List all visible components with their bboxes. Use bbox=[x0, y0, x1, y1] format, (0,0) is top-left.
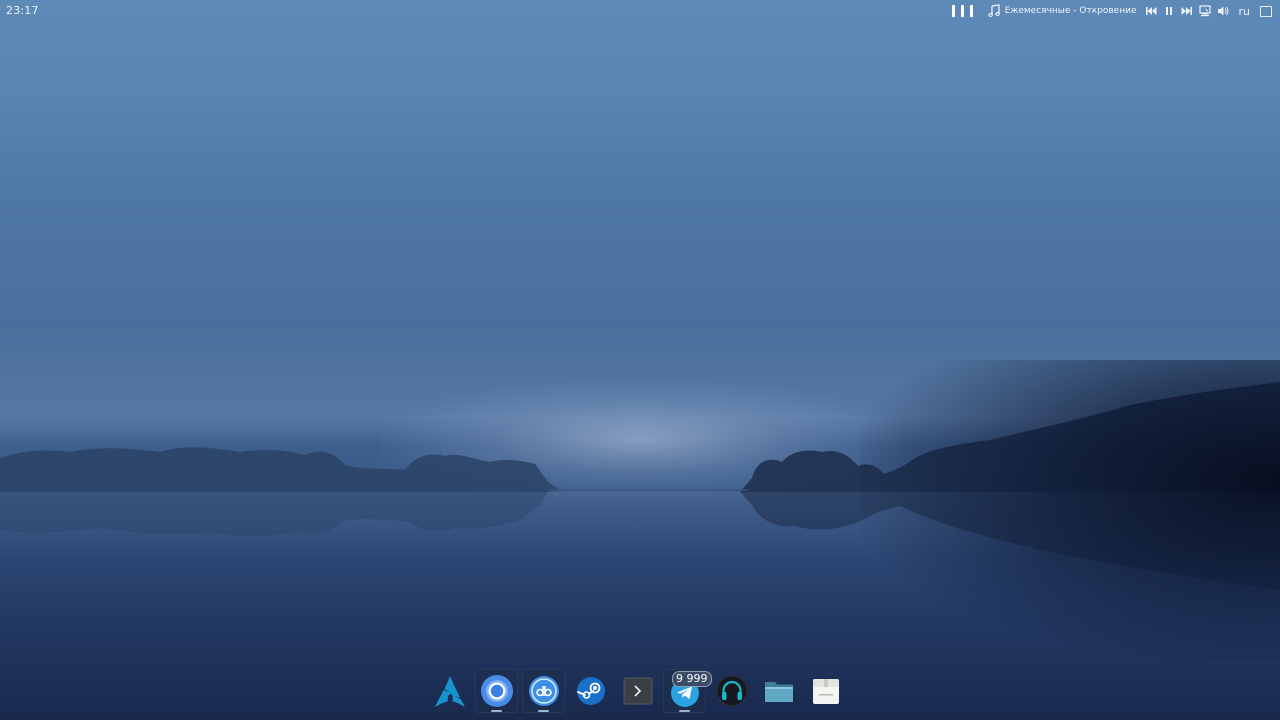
dock-item-arch-linux[interactable] bbox=[428, 669, 471, 713]
running-indicator bbox=[679, 710, 690, 712]
package-icon bbox=[812, 679, 839, 704]
dock-item-archive-manager[interactable] bbox=[804, 669, 847, 713]
chromium-icon bbox=[480, 675, 513, 707]
dock: 9 999 bbox=[428, 668, 847, 714]
system-tray: Ежемесячные - Откровение ru bbox=[951, 3, 1272, 19]
show-desktop-icon[interactable] bbox=[1260, 5, 1272, 17]
terminal-icon bbox=[623, 677, 652, 705]
workspace-bars-icon[interactable] bbox=[951, 5, 973, 17]
folder-icon bbox=[764, 682, 793, 702]
running-indicator bbox=[538, 710, 549, 712]
now-playing-title[interactable]: Ежемесячные - Откровение bbox=[1005, 6, 1137, 16]
unread-count-badge: 9 999 bbox=[672, 671, 712, 687]
steam-icon bbox=[576, 677, 605, 705]
music-note-icon bbox=[987, 4, 1000, 17]
dock-item-headphones-player[interactable] bbox=[710, 669, 753, 713]
arch-logo-icon bbox=[434, 676, 465, 707]
clock[interactable]: 23:17 bbox=[6, 4, 39, 17]
keyboard-layout[interactable]: ru bbox=[1239, 5, 1251, 18]
dock-item-qbittorrent[interactable] bbox=[522, 669, 565, 713]
dock-item-terminal[interactable] bbox=[616, 669, 659, 713]
dock-item-chromium[interactable] bbox=[475, 669, 518, 713]
qbittorrent-icon bbox=[528, 676, 559, 706]
next-track-icon[interactable] bbox=[1181, 5, 1193, 17]
dock-item-steam[interactable] bbox=[569, 669, 612, 713]
headphones-icon bbox=[716, 675, 747, 707]
pause-icon[interactable] bbox=[1163, 5, 1175, 17]
previous-track-icon[interactable] bbox=[1145, 5, 1157, 17]
dock-item-file-manager[interactable] bbox=[757, 669, 800, 713]
network-icon[interactable] bbox=[1198, 5, 1211, 17]
wallpaper-dark-forest bbox=[860, 360, 1280, 660]
desktop-wallpaper bbox=[0, 0, 1280, 720]
top-panel: 23:17 Ежемесячные - Откровение ru bbox=[0, 0, 1280, 22]
volume-icon[interactable] bbox=[1217, 5, 1229, 17]
dock-item-telegram[interactable]: 9 999 bbox=[663, 669, 712, 713]
running-indicator bbox=[491, 710, 502, 712]
